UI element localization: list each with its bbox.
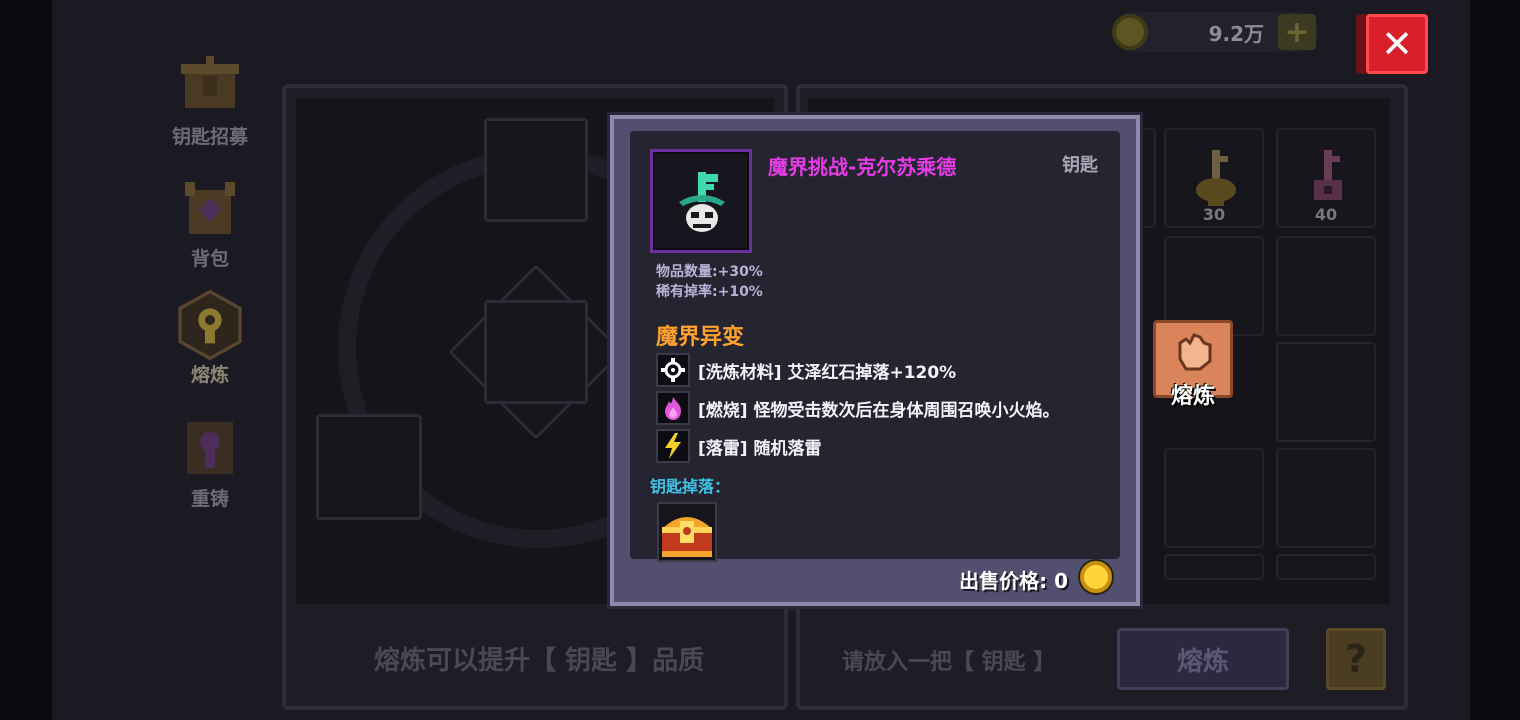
effect-text: [洗炼材料] 艾泽红石掉落+120%: [698, 362, 957, 383]
coin-icon: [1112, 14, 1148, 50]
close-button[interactable]: ✕: [1366, 14, 1428, 74]
tooltip-body: 魔界挑战-克尔苏乘德 钥匙 物品数量:+30% 稀有掉率:+10% 魔界异变 […: [630, 131, 1120, 562]
nav-item-backpack[interactable]: 背包: [160, 174, 260, 271]
key-count: 30: [1202, 205, 1226, 224]
chest-recruit-icon: [175, 52, 245, 122]
lightning-icon: [656, 429, 690, 463]
nav-item-key-recruit[interactable]: 钥匙招募: [160, 52, 260, 149]
smelt-action-label: 熔炼: [1170, 384, 1215, 409]
key-count: 40: [1314, 205, 1338, 224]
flame-icon: [656, 391, 690, 425]
item-tooltip: 魔界挑战-克尔苏乘德 钥匙 物品数量:+30% 稀有掉率:+10% 魔界异变 […: [610, 115, 1140, 606]
key-slot[interactable]: [1164, 554, 1264, 580]
help-button[interactable]: ?: [1326, 628, 1386, 690]
smelt-button[interactable]: 熔炼: [1117, 628, 1289, 690]
key-drop-title: 钥匙掉落：: [650, 477, 731, 496]
pink-key-icon: [1314, 150, 1342, 200]
backpack-icon: [175, 174, 245, 244]
key-slot[interactable]: [1276, 236, 1376, 336]
nav-label: 重铸: [190, 488, 229, 510]
result-slot[interactable]: [484, 300, 588, 404]
nav-item-smelt[interactable]: 熔炼: [160, 289, 260, 387]
effect-text: [燃烧] 怪物受击数次后在身体周围召唤小火焰。: [698, 400, 1060, 421]
effect-row: [落雷] 随机落雷: [656, 429, 821, 463]
hand-icon: [1178, 333, 1212, 371]
item-type: 钥匙: [1062, 155, 1098, 176]
coin-amount: 9.2万: [1208, 22, 1264, 46]
left-edge: [0, 0, 52, 720]
nav-label: 钥匙招募: [171, 126, 248, 148]
item-icon-frame: [650, 149, 752, 253]
effect-text: [落雷] 随机落雷: [698, 438, 822, 459]
key-slot-pink[interactable]: 40: [1276, 128, 1376, 228]
effect-row: [燃烧] 怪物受击数次后在身体周围召唤小火焰。: [656, 391, 1059, 425]
gold-coin-icon: [1080, 561, 1112, 593]
affix-section-title: 魔界异变: [656, 325, 745, 350]
item-title: 魔界挑战-克尔苏乘德: [768, 155, 957, 179]
smelt-key-icon: [175, 289, 245, 361]
add-coins-button[interactable]: +: [1278, 14, 1316, 50]
nav-item-recast[interactable]: 重铸: [160, 414, 260, 511]
key-slot-gold[interactable]: 30: [1164, 128, 1264, 228]
effect-row: [洗炼材料] 艾泽红石掉落+120%: [656, 353, 956, 387]
key-slot[interactable]: [1276, 342, 1376, 442]
item-stat: 物品数量:+30%: [656, 264, 763, 280]
treasure-chest-icon: [656, 501, 718, 563]
gear-icon: [656, 353, 690, 387]
sell-price: 出售价格: 0: [959, 569, 1068, 593]
key-slot[interactable]: [1276, 448, 1376, 548]
key-placeholder: 请放入一把【 钥匙 】: [842, 650, 1056, 675]
key-slot[interactable]: [1276, 554, 1376, 580]
key-slot[interactable]: [1164, 448, 1264, 548]
material-slot-top[interactable]: [484, 118, 588, 222]
demon-key-icon: [679, 172, 725, 232]
item-stat: 稀有掉率:+10%: [656, 284, 763, 300]
gold-key-icon: [1196, 150, 1236, 206]
right-edge: [1470, 0, 1520, 720]
recast-icon: [175, 414, 245, 484]
material-slot-left[interactable]: [316, 414, 422, 520]
nav-label: 背包: [190, 248, 229, 270]
smelt-hint: 熔炼可以提升【 钥匙 】品质: [374, 646, 705, 676]
